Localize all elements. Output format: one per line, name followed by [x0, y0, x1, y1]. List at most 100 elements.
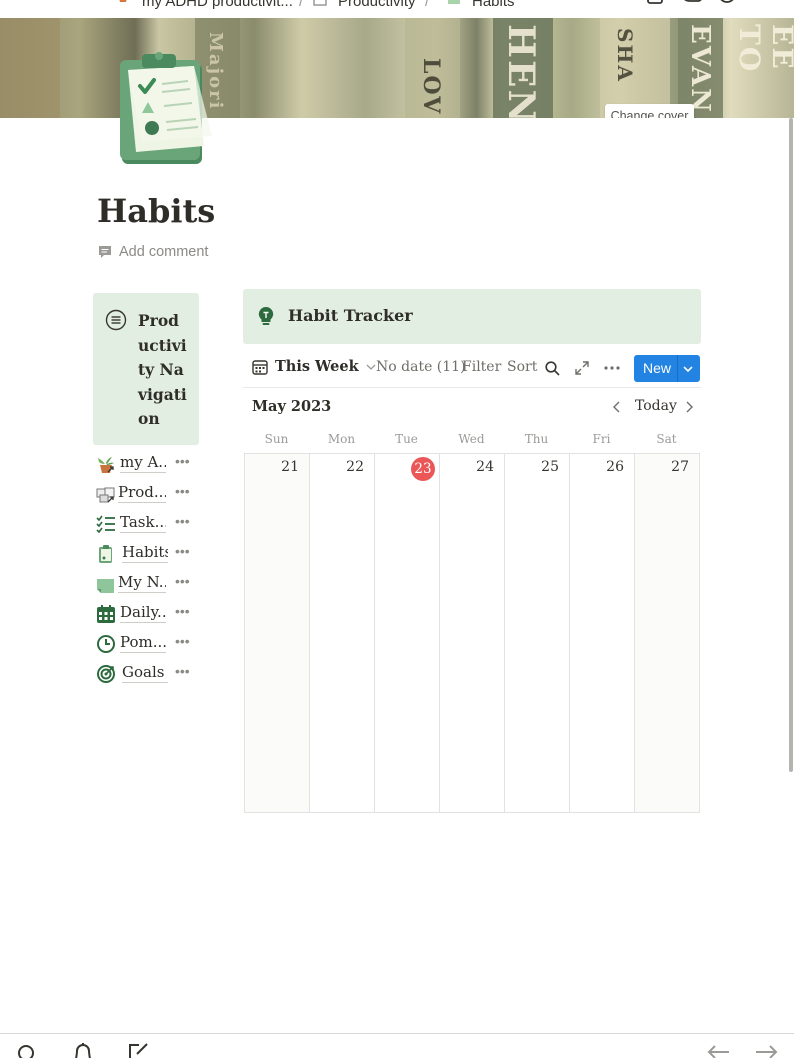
- nav-item-label: Daily...: [120, 602, 166, 623]
- top-bar: my ADHD productivit... / Productivity / …: [0, 0, 794, 18]
- menu-icon[interactable]: [12, 0, 32, 4]
- view-label: This Week: [275, 358, 359, 375]
- add-comment-button[interactable]: Add comment: [98, 244, 208, 260]
- nav-item-pomodoro[interactable]: Pom... •••: [94, 630, 204, 656]
- book-spine-text: SHA: [613, 28, 637, 83]
- weekday-label: Fri: [592, 432, 611, 446]
- new-button[interactable]: New: [634, 355, 700, 382]
- nav-item-label: my A...: [120, 452, 166, 473]
- database-toolbar: This Week No date (11) Filter Sort New: [243, 352, 701, 386]
- chevron-down-icon[interactable]: [683, 365, 693, 373]
- search-icon[interactable]: [545, 361, 560, 376]
- potted-plant-icon: [119, 0, 127, 2]
- nav-item-my-notes[interactable]: My N... •••: [94, 570, 204, 596]
- nav-item-my-adhd[interactable]: my A... •••: [94, 450, 204, 476]
- comments-icon[interactable]: [682, 0, 704, 6]
- habit-tracker-header: Habit Tracker: [243, 289, 701, 344]
- breadcrumb-item-1[interactable]: my ADHD productivit...: [142, 0, 293, 10]
- filter-button[interactable]: Filter: [462, 359, 501, 375]
- add-comment-label: Add comment: [119, 244, 209, 260]
- redo-arrow-icon[interactable]: [754, 1044, 778, 1058]
- calendar-day-cell[interactable]: 25: [505, 454, 570, 812]
- calendar-day-cell[interactable]: 24: [440, 454, 505, 812]
- view-selector-button[interactable]: This Week: [252, 358, 376, 375]
- day-number: 25: [541, 459, 559, 475]
- new-button-label: New: [643, 360, 672, 376]
- book-spine-text: HEN: [500, 24, 542, 118]
- book-spine-text: EVAN: [685, 24, 715, 114]
- nav-item-tasks[interactable]: Task... •••: [94, 510, 204, 536]
- day-number: 24: [476, 459, 494, 475]
- more-options-icon[interactable]: •••: [175, 543, 190, 559]
- habit-tracker-title[interactable]: Habit Tracker: [288, 306, 413, 325]
- nav-item-label: My N...: [118, 572, 166, 593]
- book-spine-text: LOV: [418, 58, 444, 116]
- breadcrumb-item-2[interactable]: Productivity: [338, 0, 416, 10]
- more-options-icon[interactable]: •••: [175, 453, 190, 469]
- toolbar-divider: [243, 387, 701, 388]
- breadcrumb-item-3[interactable]: Habits: [472, 0, 515, 10]
- navigation-title: Productivity Navigation: [138, 311, 187, 428]
- more-options-icon[interactable]: •••: [175, 633, 190, 649]
- undo-arrow-icon[interactable]: [707, 1044, 731, 1058]
- boxes-icon: [313, 0, 327, 6]
- note-icon: [97, 579, 114, 593]
- comment-icon: [99, 246, 111, 258]
- day-number: 21: [281, 459, 299, 475]
- expand-icon[interactable]: [575, 361, 589, 375]
- weekday-label: Sat: [656, 432, 677, 446]
- navigation-callout: Productivity Navigation: [93, 293, 199, 445]
- no-date-button[interactable]: No date (11): [376, 359, 466, 375]
- chevron-right-icon[interactable]: [684, 400, 694, 414]
- back-arrow-icon[interactable]: [50, 0, 62, 6]
- day-number: 26: [606, 459, 624, 475]
- weekday-label: Wed: [458, 432, 485, 446]
- nav-item-daily[interactable]: Daily... •••: [94, 600, 204, 626]
- today-badge: 23: [411, 457, 435, 481]
- bell-icon[interactable]: [73, 1043, 93, 1058]
- more-options-icon[interactable]: •••: [175, 663, 190, 679]
- updates-icon[interactable]: [718, 0, 736, 6]
- nav-item-label: Goals: [122, 662, 168, 683]
- compose-icon[interactable]: [127, 1042, 151, 1058]
- calendar-day-cell[interactable]: 26: [570, 454, 635, 812]
- calendar-month-label: May 2023: [252, 398, 332, 415]
- weekday-label: Sun: [264, 432, 289, 446]
- more-icon[interactable]: [604, 366, 620, 370]
- more-options-icon[interactable]: •••: [175, 573, 190, 589]
- today-button[interactable]: Today: [635, 398, 677, 414]
- search-icon[interactable]: [17, 1044, 37, 1058]
- weekday-label: Tue: [395, 432, 418, 446]
- weekday-label: Mon: [327, 432, 356, 446]
- forward-arrow-icon[interactable]: [84, 0, 96, 6]
- checklist-icon: [96, 515, 115, 534]
- calendar-grid: 21 22 23 24 25 26 27: [244, 453, 700, 813]
- clipboard-icon: [448, 0, 460, 4]
- calendar-day-cell[interactable]: 21: [245, 454, 310, 812]
- change-cover-button[interactable]: Change cover: [605, 104, 694, 118]
- scrollbar[interactable]: [789, 118, 793, 772]
- nav-item-label: Pom...: [120, 633, 166, 653]
- share-icon[interactable]: [647, 0, 665, 6]
- chevron-left-icon[interactable]: [612, 400, 622, 414]
- day-number: 27: [671, 459, 689, 475]
- list-circle-icon: [105, 309, 127, 331]
- sort-button[interactable]: Sort: [507, 359, 537, 375]
- calendar-day-cell[interactable]: 27: [635, 454, 699, 812]
- bottom-bar: [0, 1033, 794, 1058]
- clipboard-page-icon[interactable]: [112, 50, 216, 168]
- calendar-day-cell-today[interactable]: 23: [375, 454, 440, 812]
- nav-item-label: Task...: [120, 513, 166, 533]
- page-title[interactable]: Habits: [97, 192, 215, 230]
- calendar-view-icon: [252, 359, 268, 375]
- nav-item-goals[interactable]: Goals •••: [94, 660, 204, 686]
- nav-item-label: Prod...: [118, 483, 166, 503]
- more-options-icon[interactable]: •••: [175, 483, 190, 499]
- nav-item-productivity[interactable]: Prod... •••: [94, 480, 204, 506]
- nav-item-habits[interactable]: Habits •••: [94, 540, 204, 566]
- calendar-day-cell[interactable]: 22: [310, 454, 375, 812]
- boxes-link-icon: [96, 487, 115, 503]
- nav-item-label: Habits: [122, 543, 168, 563]
- more-options-icon[interactable]: •••: [175, 603, 190, 619]
- more-options-icon[interactable]: •••: [175, 513, 190, 529]
